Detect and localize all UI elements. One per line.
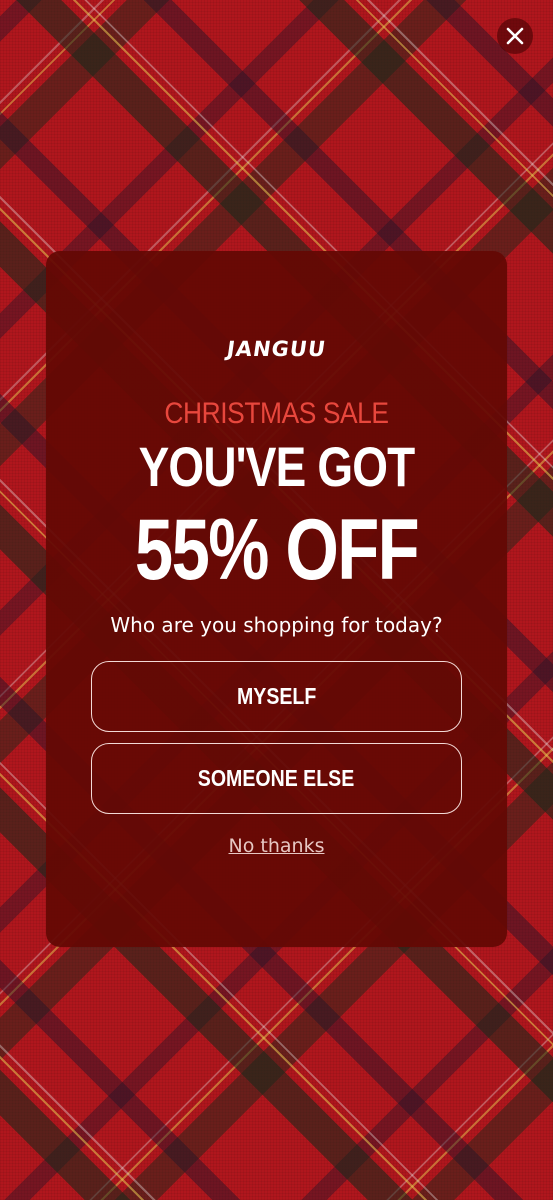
- close-icon: [506, 27, 524, 45]
- option-someone-else-label: SOMEONE ELSE: [198, 765, 355, 791]
- close-button[interactable]: [497, 18, 533, 54]
- option-someone-else-button[interactable]: SOMEONE ELSE: [91, 743, 462, 814]
- no-thanks-link[interactable]: No thanks: [46, 835, 507, 857]
- discount-amount: 55% OFF: [134, 502, 420, 598]
- option-myself-button[interactable]: MYSELF: [91, 661, 462, 732]
- shopping-question: Who are you shopping for today?: [110, 613, 443, 637]
- brand-logo: JANGUU: [225, 337, 328, 361]
- sale-eyebrow: CHRISTMAS SALE: [164, 397, 389, 430]
- option-myself-label: MYSELF: [236, 683, 317, 709]
- promo-modal: JANGUU CHRISTMAS SALE YOU'VE GOT 55% OFF…: [46, 251, 507, 947]
- headline: YOU'VE GOT: [138, 435, 416, 498]
